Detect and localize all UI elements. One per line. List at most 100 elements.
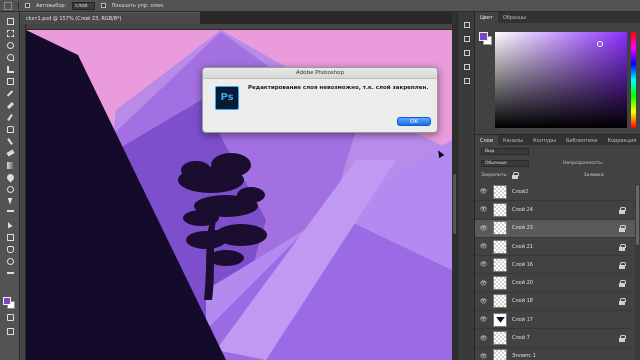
zoom-icon — [6, 257, 14, 265]
path-select-tool[interactable] — [4, 220, 16, 230]
hue-slider[interactable] — [631, 32, 636, 128]
stamp-icon — [6, 125, 14, 133]
frame-tool[interactable] — [4, 76, 16, 86]
paragraph-panel-button[interactable] — [462, 62, 472, 71]
scrollbar-thumb[interactable] — [636, 185, 639, 245]
tab-channels[interactable]: Каналы — [498, 135, 528, 145]
lock-icon[interactable] — [619, 225, 626, 233]
layer-row[interactable]: 👁 Слой 16 — [475, 256, 635, 275]
layer-thumbnail — [493, 257, 507, 272]
tab-adjustments[interactable]: Коррекция — [603, 135, 640, 145]
foreground-color-swatch[interactable] — [3, 297, 11, 305]
layer-name: Слой2 — [512, 188, 529, 195]
document-tab-title: сkхт1.psd @ 157% (Слой 23, RGB/8*) — [26, 16, 122, 22]
history-panel-button[interactable] — [462, 20, 472, 29]
lock-icon[interactable] — [619, 280, 626, 288]
tab-layers[interactable]: Слои — [475, 135, 498, 145]
crop-icon — [6, 65, 14, 73]
eye-icon[interactable]: 👁 — [479, 188, 488, 195]
layer-row[interactable]: 👁 Слой 23 — [475, 219, 635, 238]
eye-icon[interactable]: 👁 — [479, 225, 488, 232]
collapsed-panels-column — [457, 12, 475, 360]
brush-tool[interactable] — [4, 112, 16, 122]
screen-mode-button[interactable] — [4, 326, 16, 336]
layer-name: Слой 17 — [512, 316, 533, 323]
tab-swatches[interactable]: Образцы — [498, 12, 531, 23]
layer-row[interactable]: 👁 Слой 17 — [475, 311, 635, 330]
tab-paths[interactable]: Контуры — [528, 135, 561, 145]
layer-row[interactable]: 👁 Слой 24 — [475, 201, 635, 220]
lock-icon[interactable] — [619, 261, 626, 269]
document-tab[interactable]: сkхт1.psd @ 157% (Слой 23, RGB/8*) — [20, 12, 200, 24]
healing-brush-tool[interactable] — [4, 100, 16, 110]
picker-cursor[interactable] — [597, 41, 603, 47]
layer-row[interactable]: 👁 Эллипс 1 — [475, 348, 635, 360]
eye-icon[interactable]: 👁 — [479, 206, 488, 213]
tab-libraries[interactable]: Библиотеки — [561, 135, 603, 145]
lasso-tool[interactable] — [4, 40, 16, 50]
eraser-tool[interactable] — [4, 148, 16, 158]
layer-row[interactable]: 👁 Слой2 — [475, 183, 635, 202]
type-tool[interactable] — [4, 208, 16, 218]
eye-icon[interactable]: 👁 — [479, 335, 488, 342]
eye-icon[interactable]: 👁 — [479, 298, 488, 305]
layer-name: Слой 21 — [512, 243, 533, 250]
history-brush-tool[interactable] — [4, 136, 16, 146]
blend-mode-dropdown[interactable]: Обычные — [481, 160, 529, 167]
eyedropper-tool[interactable] — [4, 88, 16, 98]
eye-icon[interactable]: 👁 — [479, 261, 488, 268]
marquee-tool[interactable] — [4, 28, 16, 38]
dodge-tool[interactable] — [4, 184, 16, 194]
eye-icon[interactable]: 👁 — [479, 316, 488, 323]
opacity-label: Непрозрачность: — [563, 161, 604, 166]
layer-row[interactable]: 👁 Слой 7 — [475, 329, 635, 348]
quick-select-tool[interactable] — [4, 52, 16, 62]
adjustments-panel-button[interactable] — [462, 48, 472, 57]
zoom-tool[interactable] — [4, 256, 16, 266]
layer-row[interactable]: 👁 Слой 18 — [475, 293, 635, 312]
show-transform-checkbox[interactable] — [100, 3, 106, 8]
autoselect-dropdown[interactable]: слой — [72, 1, 95, 10]
move-tool-icon[interactable] — [4, 1, 12, 10]
layers-scrollbar[interactable] — [635, 183, 640, 360]
tab-color[interactable]: Цвет — [475, 12, 498, 23]
divider — [18, 1, 19, 10]
quick-mask-button[interactable] — [4, 312, 16, 322]
eye-icon[interactable]: 👁 — [479, 353, 488, 360]
eye-icon[interactable]: 👁 — [479, 243, 488, 250]
hand-tool[interactable] — [4, 244, 16, 254]
properties-icon — [464, 35, 470, 42]
lock-icon[interactable] — [619, 243, 626, 251]
quick-select-icon — [6, 53, 14, 61]
eye-icon[interactable]: 👁 — [479, 280, 488, 287]
scrollbar-thumb[interactable] — [453, 174, 456, 234]
photoshop-app-icon: Ps — [215, 86, 239, 110]
lock-icon[interactable] — [619, 335, 626, 343]
frame-icon — [6, 77, 14, 85]
lock-icon[interactable] — [619, 298, 626, 306]
layer-filter-dropdown[interactable]: Вид — [481, 148, 529, 155]
character-panel-button[interactable] — [462, 76, 472, 85]
gradient-tool[interactable] — [4, 160, 16, 170]
layer-filter-row: Вид — [475, 148, 640, 155]
move-tool[interactable] — [4, 16, 16, 26]
lock-icon[interactable] — [619, 206, 626, 214]
more-tools[interactable] — [4, 268, 16, 278]
color-picker-field[interactable] — [495, 32, 627, 128]
lock-label: Закрепить: — [481, 172, 508, 178]
pen-tool[interactable] — [4, 196, 16, 206]
rectangle-tool[interactable] — [4, 232, 16, 242]
lock-all-icon[interactable] — [511, 172, 519, 179]
layer-row[interactable]: 👁 Слой 20 — [475, 274, 635, 293]
character-icon — [464, 77, 470, 84]
ok-button[interactable]: OK — [397, 117, 431, 126]
layer-row[interactable]: 👁 Слой 21 — [475, 238, 635, 257]
properties-panel-button[interactable] — [462, 34, 472, 43]
clone-stamp-tool[interactable] — [4, 124, 16, 134]
foreground-color-chip[interactable] — [479, 32, 488, 41]
autoselect-checkbox[interactable] — [25, 3, 30, 8]
photoshop-window: Автовыбор: слой Показать упр. элем. сkхт… — [0, 0, 640, 360]
layers-panel-tabs: Слои Каналы Контуры Библиотеки Коррекция — [475, 135, 640, 145]
crop-tool[interactable] — [4, 64, 16, 74]
blur-tool[interactable] — [4, 172, 16, 182]
